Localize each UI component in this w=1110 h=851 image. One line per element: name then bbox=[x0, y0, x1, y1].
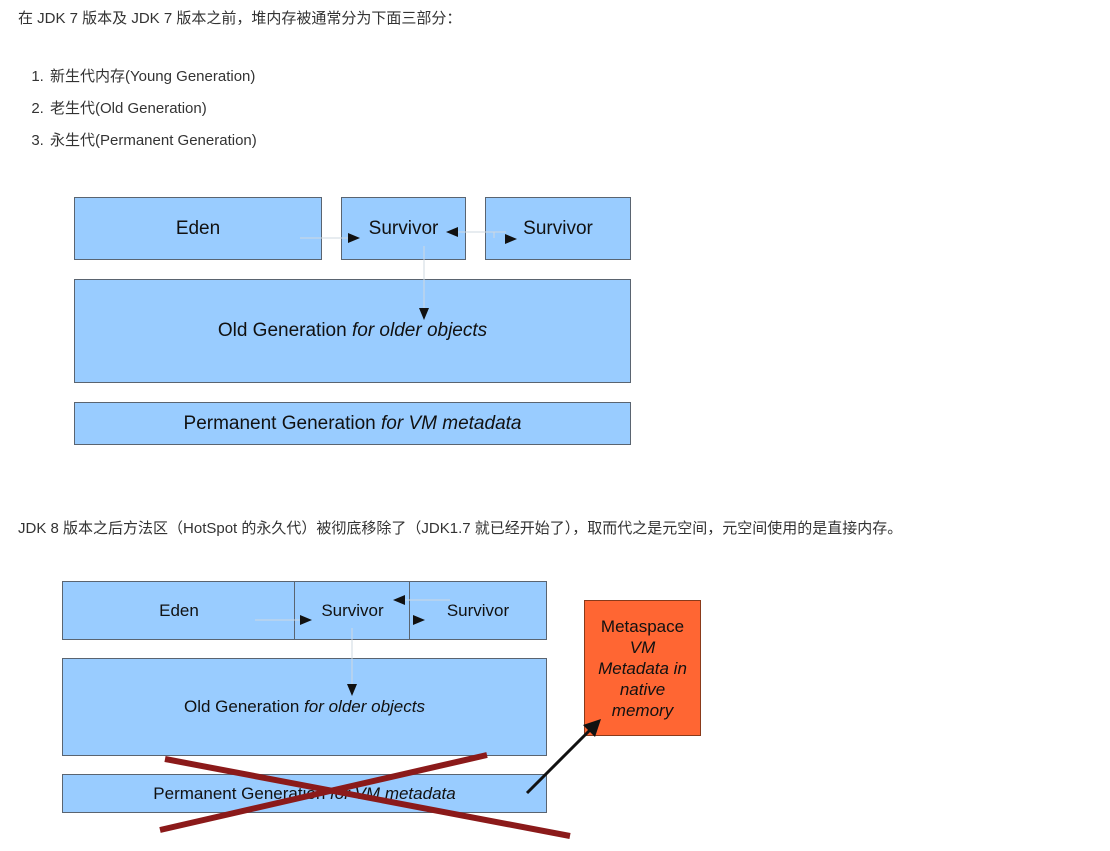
metaspace-box: Metaspace VM Metadata in native memory bbox=[584, 600, 701, 736]
old-generation-label-jdk8: Old Generation bbox=[184, 697, 300, 716]
metaspace-title: Metaspace bbox=[600, 616, 685, 636]
eden-label: Eden bbox=[175, 217, 221, 239]
survivor-box-jdk8-2: Survivor bbox=[409, 581, 547, 640]
jdk8-paragraph: JDK 8 版本之后方法区（HotSpot 的永久代）被彻底移除了（JDK1.7… bbox=[18, 520, 903, 537]
metaspace-line-1: VM bbox=[629, 637, 656, 657]
permanent-generation-label-jdk8: Permanent Generation bbox=[153, 783, 326, 803]
permanent-generation-note-jdk8: for VM metadata bbox=[330, 783, 456, 803]
survivor-label-2: Survivor bbox=[523, 217, 593, 239]
list-item-permanent-generation: 永生代(Permanent Generation) bbox=[48, 125, 257, 157]
survivor-label-jdk8-2: Survivor bbox=[446, 600, 510, 620]
old-generation-note: for older objects bbox=[351, 320, 488, 341]
permanent-generation-box: Permanent Generation for VM metadata bbox=[74, 402, 631, 445]
metaspace-line-3: native bbox=[619, 679, 666, 699]
old-generation-label: Old Generation bbox=[217, 320, 347, 341]
survivor-box-1: Survivor bbox=[341, 197, 466, 260]
survivor-label-jdk8-1: Survivor bbox=[321, 600, 384, 620]
permanent-generation-note: for VM metadata bbox=[381, 412, 522, 434]
generation-list: 新生代内存(Young Generation) 老生代(Old Generati… bbox=[0, 61, 257, 157]
eden-box: Eden bbox=[74, 197, 322, 260]
old-generation-box: Old Generation for older objects bbox=[74, 279, 631, 383]
eden-label-jdk8: Eden bbox=[159, 600, 199, 620]
eden-box-jdk8: Eden bbox=[62, 581, 296, 640]
old-generation-note-jdk8: for older objects bbox=[304, 697, 425, 716]
survivor-box-jdk8-1: Survivor bbox=[294, 581, 411, 640]
permanent-generation-label: Permanent Generation bbox=[183, 412, 376, 434]
metaspace-line-4: memory bbox=[611, 700, 674, 720]
list-item-young-generation: 新生代内存(Young Generation) bbox=[48, 61, 257, 93]
intro-paragraph: 在 JDK 7 版本及 JDK 7 版本之前，堆内存被通常分为下面三部分： bbox=[18, 10, 462, 27]
list-item-old-generation: 老生代(Old Generation) bbox=[48, 93, 257, 125]
survivor-box-2: Survivor bbox=[485, 197, 631, 260]
survivor-label-1: Survivor bbox=[368, 217, 439, 239]
old-generation-box-jdk8: Old Generation for older objects bbox=[62, 658, 547, 756]
metaspace-line-2: Metadata in bbox=[598, 658, 687, 678]
permanent-generation-box-jdk8: Permanent Generation for VM metadata bbox=[62, 774, 547, 813]
